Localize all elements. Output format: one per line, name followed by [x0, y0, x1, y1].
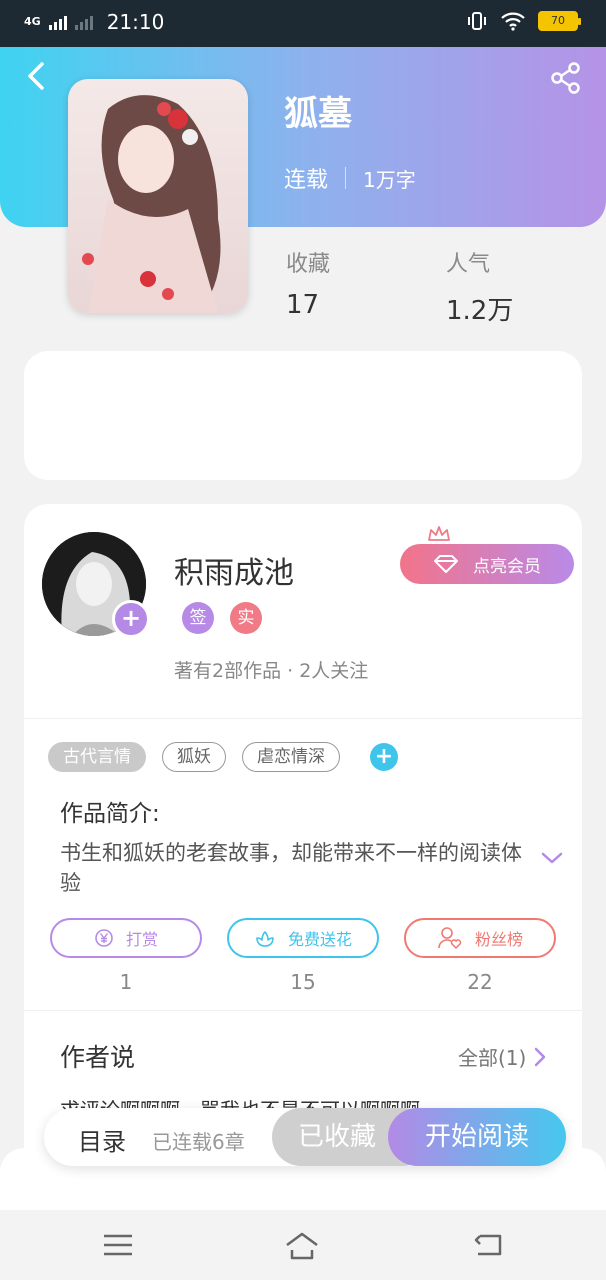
home-icon[interactable] — [284, 1230, 320, 1260]
menu-icon[interactable] — [100, 1230, 136, 1260]
intro-title: 作品简介: — [60, 801, 160, 827]
tip-button[interactable]: 打赏 — [50, 918, 202, 958]
send-flower-button[interactable]: 免费送花 — [227, 918, 379, 958]
back-nav-icon[interactable] — [470, 1230, 506, 1260]
add-tag-button[interactable]: + — [370, 743, 398, 771]
crown-icon — [428, 526, 450, 541]
vip-button-label: 点亮会员 — [473, 556, 541, 577]
author-says-title: 作者说 — [60, 1043, 136, 1072]
network-type: 4G — [24, 15, 41, 28]
start-reading-button[interactable]: 开始阅读 — [388, 1108, 566, 1166]
chevron-right-icon — [535, 1047, 546, 1066]
chevron-down-icon[interactable] — [540, 850, 564, 866]
share-icon[interactable] — [548, 60, 584, 96]
vip-button[interactable]: 点亮会员 — [400, 544, 574, 584]
author-card: + 积雨成池 签 实 著有2部作品 · 2人关注 点亮会员 古代言情 狐妖 虐恋… — [24, 504, 582, 1204]
intro-text: 书生和狐妖的老套故事，却能带来不一样的阅读体验 — [60, 841, 522, 895]
stat-favorites: 收藏 17 — [286, 246, 330, 320]
signed-badge: 签 — [182, 602, 214, 634]
meta-divider — [345, 167, 347, 189]
flower-icon — [256, 931, 274, 947]
tag-list: 古代言情 狐妖 虐恋情深 + — [48, 742, 398, 772]
tag-item[interactable]: 虐恋情深 — [242, 742, 340, 772]
signal-2-icon — [74, 14, 93, 30]
tip-label: 打赏 — [125, 930, 158, 949]
stat-label: 人气 — [446, 252, 491, 277]
battery-icon: 70 — [538, 11, 581, 31]
wifi-icon — [501, 12, 525, 31]
serial-status: 连载 — [284, 168, 329, 193]
stat-value: 17 — [286, 290, 320, 320]
fan-user-icon — [438, 927, 462, 950]
all-label: 全部(1) — [458, 1046, 527, 1070]
system-nav-bar — [0, 1210, 606, 1280]
follow-plus-button[interactable]: + — [112, 600, 150, 638]
fan-ranking-label: 粉丝榜 — [474, 930, 523, 949]
status-bar: 4G 21:10 70 — [0, 0, 606, 47]
send-flower-label: 免费送花 — [287, 930, 352, 949]
stat-label: 收藏 — [286, 252, 331, 277]
author-works-info: 著有2部作品 · 2人关注 — [174, 660, 369, 682]
chevron-left-icon[interactable] — [20, 58, 56, 94]
book-title: 狐墓 — [284, 94, 352, 134]
clock: 21:10 — [106, 10, 165, 34]
blank-card — [24, 351, 582, 480]
verified-badge: 实 — [230, 602, 262, 634]
vibrate-icon — [468, 12, 486, 30]
author-name[interactable]: 积雨成池 — [174, 548, 294, 592]
stat-popularity: 人气 1.2万 — [446, 246, 513, 327]
book-cover[interactable] — [68, 79, 248, 313]
diamond-icon — [434, 555, 458, 573]
author-says-all-link[interactable]: 全部(1) — [458, 1042, 546, 1071]
tip-count: 1 — [119, 970, 133, 994]
yen-coin-icon — [95, 929, 113, 947]
book-meta: 连载 1万字 — [284, 162, 416, 194]
action-bar: 目录 已连载6章 已收藏 开始阅读 — [44, 1108, 566, 1166]
flower-count: 15 — [290, 970, 316, 994]
tag-item[interactable]: 狐妖 — [162, 742, 226, 772]
toc-button[interactable]: 目录 — [78, 1122, 126, 1157]
divider — [24, 1010, 582, 1011]
divider — [24, 718, 582, 719]
toc-status[interactable]: 已连载6章 — [152, 1126, 245, 1155]
tag-item[interactable]: 古代言情 — [48, 742, 146, 772]
word-count: 1万字 — [363, 167, 416, 192]
fan-ranking-button[interactable]: 粉丝榜 — [404, 918, 556, 958]
fan-count: 22 — [467, 970, 493, 994]
stat-value: 1.2万 — [446, 296, 514, 326]
signal-icon — [48, 14, 67, 30]
